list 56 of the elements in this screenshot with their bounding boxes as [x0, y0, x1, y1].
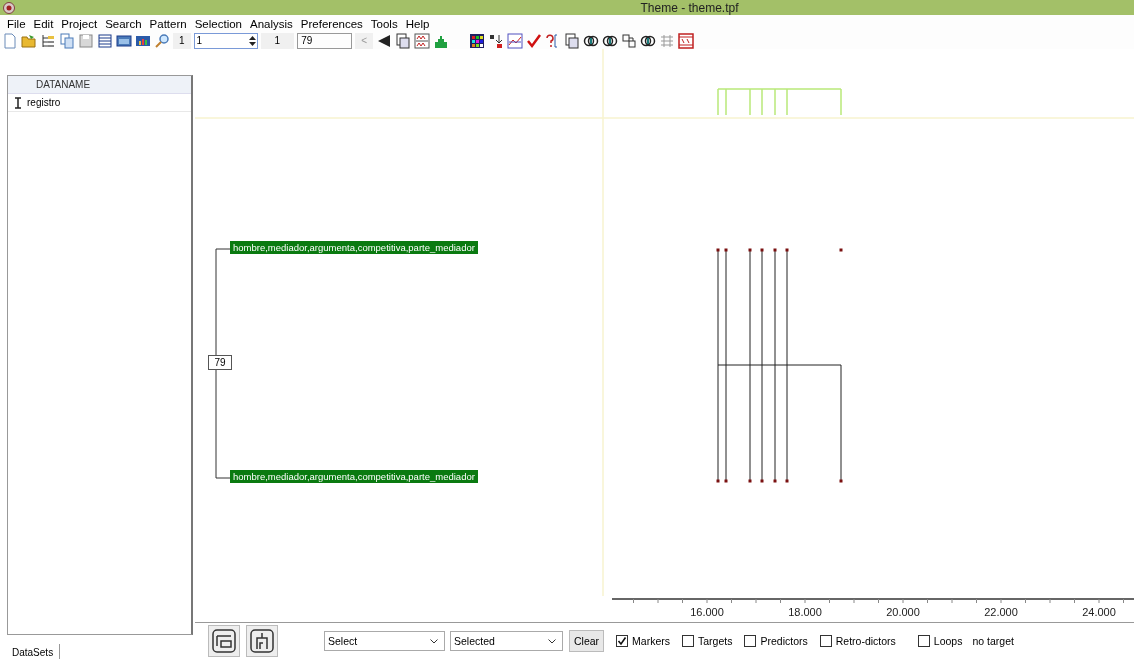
- dropdown[interactable]: Select: [324, 631, 445, 651]
- caret-icon: [548, 638, 556, 644]
- checkbox[interactable]: [917, 635, 930, 647]
- checkbox[interactable]: [682, 635, 694, 647]
- text-cursor-icon: [12, 96, 24, 109]
- tree-icon[interactable]: [40, 32, 56, 49]
- app-icon: [3, 1, 15, 14]
- toolbar-button[interactable]: 1: [173, 32, 191, 49]
- search-icon[interactable]: [154, 32, 170, 49]
- checkbox-label[interactable]: Loops: [933, 635, 963, 647]
- toolbar-button[interactable]: 1: [260, 32, 295, 49]
- node-label[interactable]: 79: [208, 355, 232, 370]
- number-field[interactable]: 79: [297, 32, 353, 49]
- arrow-icon[interactable]: [487, 32, 504, 49]
- line-chart-icon[interactable]: [506, 32, 523, 49]
- checkmark-icon[interactable]: [525, 32, 542, 49]
- menu-item[interactable]: Search: [101, 17, 146, 30]
- checkbox-label[interactable]: Predictors: [760, 635, 808, 647]
- checkbox[interactable]: [616, 635, 629, 647]
- checkbox-label[interactable]: Markers: [632, 635, 670, 647]
- event-label[interactable]: hombre,mediador,argumenta,competitiva,parte_mediador: [230, 470, 478, 483]
- caret-icon: [430, 638, 438, 644]
- film-icon[interactable]: [677, 32, 694, 49]
- menu-item[interactable]: Preferences: [296, 17, 367, 30]
- menu-item[interactable]: File: [3, 17, 30, 30]
- dropdown[interactable]: Selected: [450, 631, 563, 651]
- menu-item[interactable]: Edit: [29, 17, 58, 30]
- document-icon[interactable]: [563, 32, 580, 49]
- spin-field[interactable]: 1: [193, 32, 258, 49]
- menu-item[interactable]: Tools: [366, 17, 402, 30]
- clear-button[interactable]: Clear: [569, 630, 605, 652]
- event-label[interactable]: hombre,mediador,argumenta,competitiva,parte_mediador: [230, 241, 478, 254]
- document-icon[interactable]: [394, 32, 411, 49]
- spin-arrows-icon[interactable]: [247, 34, 257, 47]
- menu-item[interactable]: Project: [57, 17, 102, 30]
- color-grid-icon[interactable]: [468, 32, 485, 49]
- table-cell[interactable]: registro: [24, 97, 61, 108]
- checkbox[interactable]: [819, 635, 832, 647]
- menu-item[interactable]: Analysis: [246, 17, 297, 30]
- menu-item[interactable]: Selection: [190, 17, 246, 30]
- hierarchy-view-button[interactable]: [246, 625, 278, 657]
- tree-view-button[interactable]: [208, 625, 240, 657]
- menu-item[interactable]: Pattern: [145, 17, 191, 30]
- checkbox-label[interactable]: Targets: [698, 635, 733, 647]
- time-axis: 16.000 18.000 20.000 22.000 24.000: [612, 597, 1134, 622]
- open-folder-icon[interactable]: [21, 32, 37, 49]
- status-text: no target: [972, 635, 1014, 647]
- table-icon[interactable]: [97, 32, 113, 49]
- copy-icon[interactable]: [59, 32, 75, 49]
- menu-item[interactable]: Help: [401, 17, 434, 30]
- checkbox-label[interactable]: Retro-dictors: [835, 635, 896, 647]
- window-title: Theme - theme.tpf: [639, 0, 740, 15]
- checkbox[interactable]: [744, 635, 757, 647]
- waveform-icon[interactable]: [413, 32, 430, 49]
- window-icon[interactable]: [116, 32, 132, 49]
- squares-icon[interactable]: [620, 32, 637, 49]
